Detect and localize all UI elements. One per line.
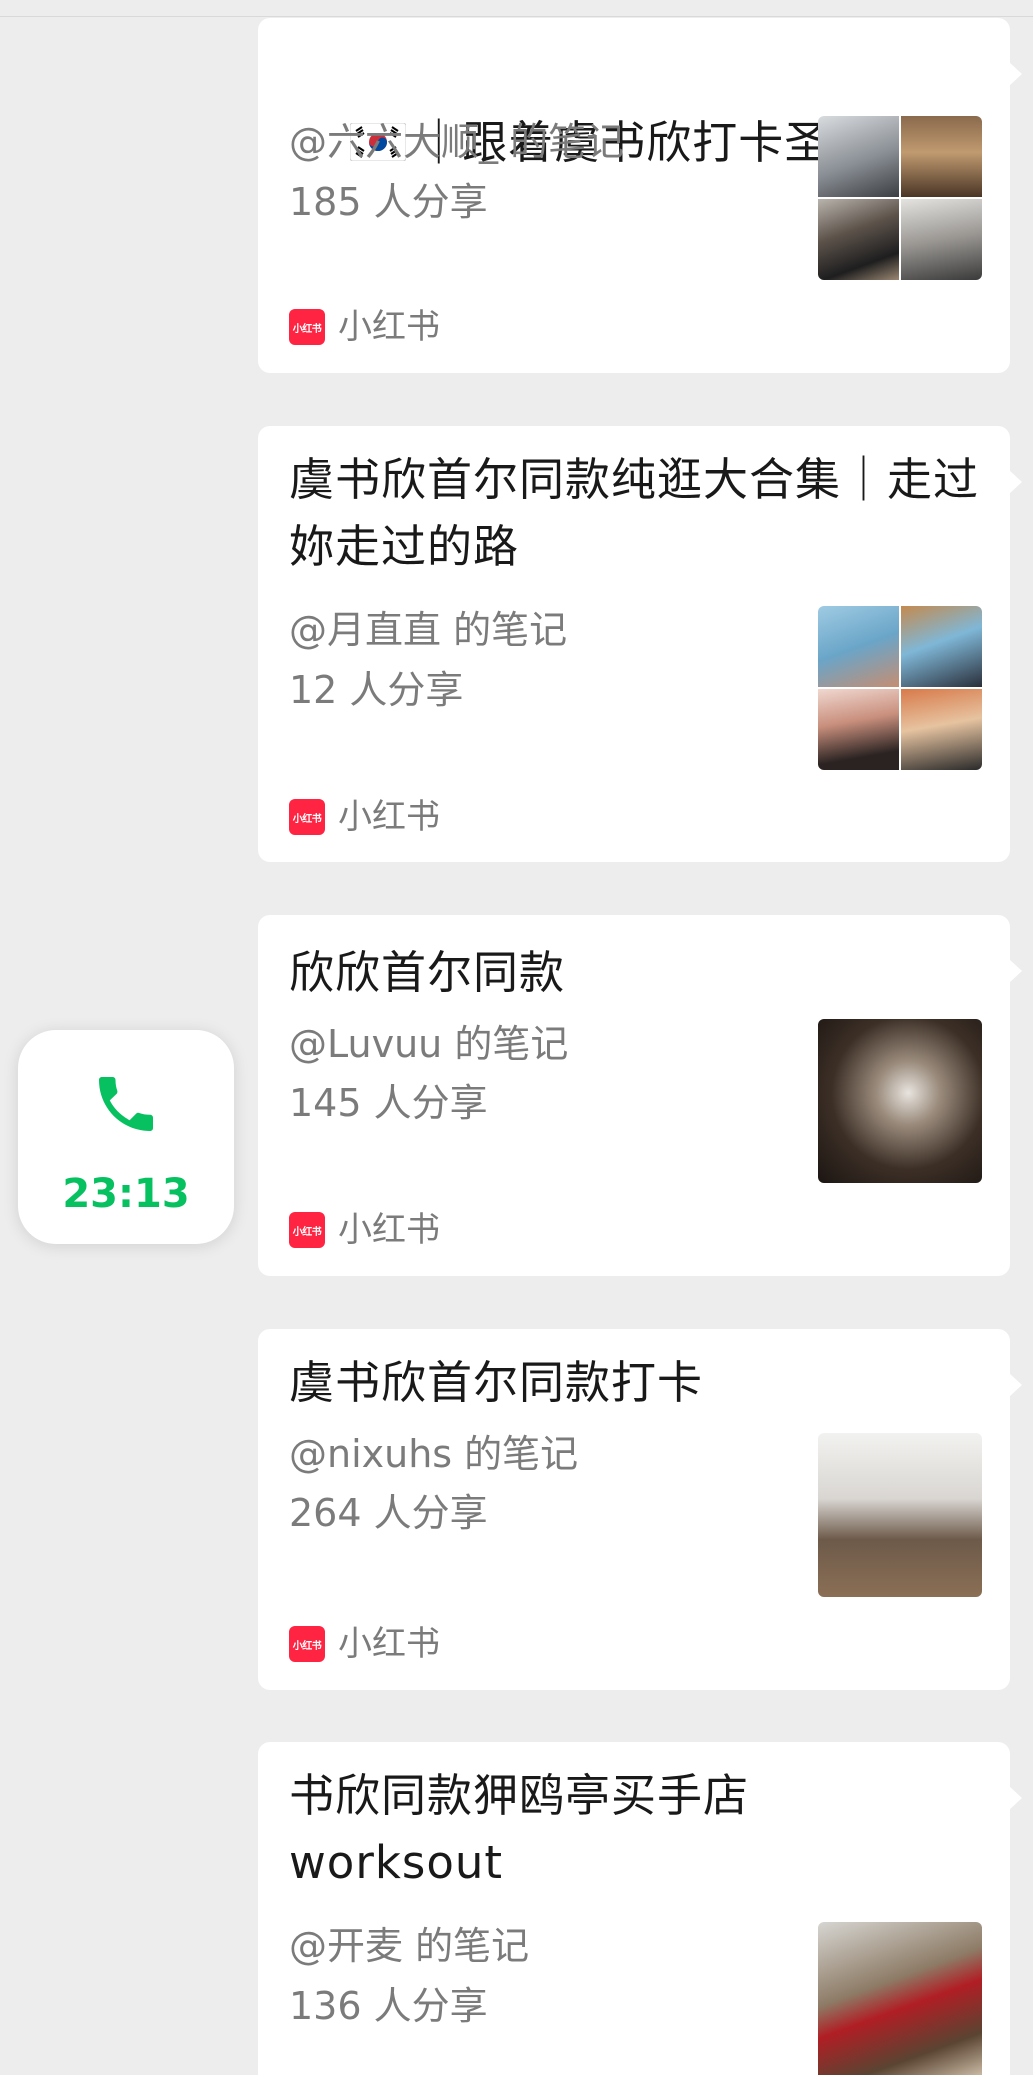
card-thumbnail [818,1922,982,2075]
phone-icon [99,1077,153,1131]
bubble-tail [1009,1373,1022,1397]
shared-note-card[interactable]: 欣欣首尔同款 @Luvuu 的笔记 145 人分享 小红书 小红书 [258,915,1022,1276]
card-thumbnail [818,606,982,770]
bubble-tail [1009,470,1022,494]
card-share-count: 185 人分享 [289,180,488,224]
card-author: @月直直 的笔记 [289,608,568,652]
xiaohongshu-logo-icon: 小红书 [289,309,325,345]
card-title: 虞书欣首尔同款打卡 [289,1356,704,1409]
source-row: 小红书 小红书 [289,1624,440,1664]
card-share-count: 12 人分享 [289,668,464,712]
source-name: 小红书 [338,307,440,347]
bubble-tail [1009,959,1022,983]
shared-note-card[interactable]: 虞书欣首尔同款纯逛大合集｜走过妳走过的路 @月直直 的笔记 12 人分享 小红书… [258,426,1022,862]
card-share-count: 136 人分享 [289,1984,488,2028]
card-thumbnail [818,1019,982,1183]
bubble-tail [1009,62,1022,86]
source-row: 小红书 小红书 [289,1210,440,1250]
card-title: 虞书欣首尔同款纯逛大合集｜走过妳走过的路 [289,453,980,573]
card-thumbnail [818,116,982,280]
source-name: 小红书 [338,1624,440,1664]
card-author: @nixuhs 的笔记 [289,1432,579,1476]
card-share-count: 264 人分享 [289,1491,488,1535]
top-divider [0,0,1033,17]
bubble-tail [1009,1786,1022,1810]
source-row: 小红书 小红书 [289,307,440,347]
xiaohongshu-logo-icon: 小红书 [289,1626,325,1662]
card-share-count: 145 人分享 [289,1081,488,1125]
source-name: 小红书 [338,797,440,837]
call-duration: 23:13 [62,1171,190,1217]
xiaohongshu-logo-icon: 小红书 [289,799,325,835]
source-row: 小红书 小红书 [289,797,440,837]
card-author: @六六大顺_ 的笔记 [289,120,625,164]
card-title: 书欣同款狎鸥亭买手店 worksout [289,1769,765,1889]
shared-note-card[interactable]: 书欣同款狎鸥亭买手店 worksout @开麦 的笔记 136 人分享 [258,1742,1022,2075]
xiaohongshu-logo-icon: 小红书 [289,1212,325,1248]
call-floating-widget[interactable]: 23:13 [18,1030,234,1244]
source-name: 小红书 [338,1210,440,1250]
shared-note-card[interactable]: ｜跟着虞书欣打卡圣水洞 @六六大顺_ 的笔记 185 人分享 小红书 小红书 [258,18,1022,373]
card-author: @Luvuu 的笔记 [289,1022,569,1066]
card-author: @开麦 的笔记 [289,1924,530,1968]
card-title: 欣欣首尔同款 [289,946,566,999]
shared-note-card[interactable]: 虞书欣首尔同款打卡 @nixuhs 的笔记 264 人分享 小红书 小红书 [258,1329,1022,1690]
card-thumbnail [818,1433,982,1597]
